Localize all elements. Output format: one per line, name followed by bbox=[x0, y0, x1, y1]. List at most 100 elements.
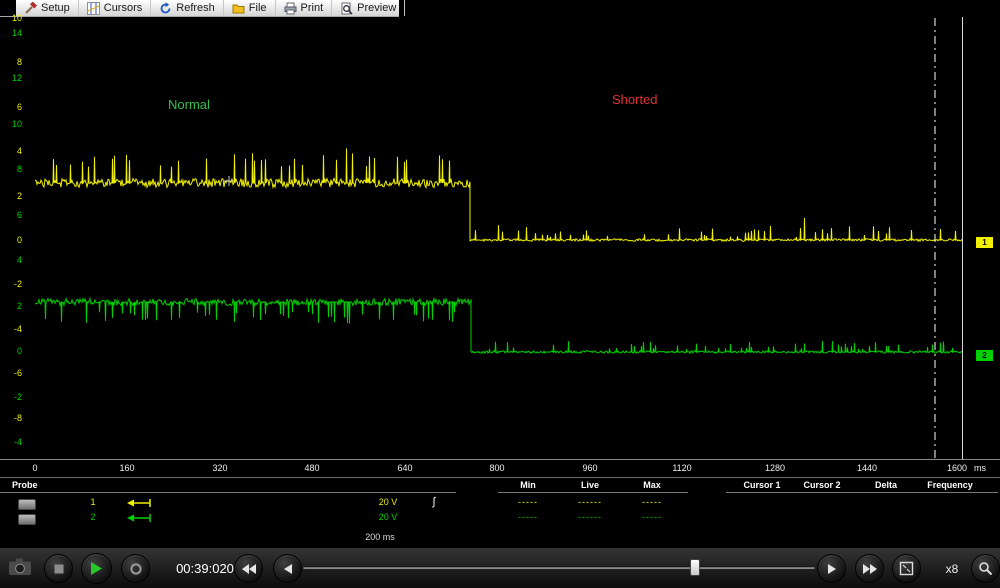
toolbar: Setup Cursors Refresh File Print Preview bbox=[0, 0, 406, 17]
y-axis-label: -6 bbox=[13, 368, 22, 378]
y-axis-label: 2 bbox=[16, 191, 22, 201]
y-axis-label: 0 bbox=[16, 235, 22, 245]
setup-button[interactable]: Setup bbox=[16, 0, 79, 16]
channel-1-coupling-icon[interactable]: ∫ bbox=[428, 496, 440, 508]
y-axis-label: -8 bbox=[13, 413, 22, 423]
print-button[interactable]: Print bbox=[276, 0, 333, 16]
axis-bottom-separator bbox=[0, 477, 1000, 478]
x-axis-unit: ms bbox=[974, 463, 986, 473]
printer-icon bbox=[284, 2, 297, 15]
channel-2-live-value: ------ bbox=[578, 512, 602, 522]
x-axis-tick-label: 640 bbox=[397, 463, 413, 473]
crosshair-marker bbox=[224, 176, 234, 186]
refresh-icon bbox=[159, 1, 172, 15]
timeline-slider-thumb[interactable] bbox=[690, 559, 700, 576]
transport-bar: 00:39:020 x8 bbox=[0, 547, 1000, 588]
probe-header: Probe bbox=[12, 480, 38, 490]
cursor2-column-header: Cursor 2 bbox=[803, 480, 841, 490]
channel-2-badge[interactable]: 2 bbox=[975, 349, 994, 362]
y-axis-label: -4 bbox=[13, 437, 22, 447]
channel-2-trace bbox=[34, 296, 963, 355]
channel-1-trace bbox=[35, 148, 963, 243]
y-axis-label: 14 bbox=[11, 28, 22, 38]
fast-forward-button[interactable] bbox=[855, 554, 884, 583]
x-axis-tick-label: 1280 bbox=[764, 463, 786, 473]
stop-button[interactable] bbox=[44, 554, 73, 583]
magnifier-icon bbox=[979, 562, 993, 576]
x-axis-tick-label: 1120 bbox=[672, 463, 692, 473]
app-corner-box bbox=[0, 0, 16, 16]
fullscreen-button[interactable] bbox=[892, 554, 921, 583]
x-axis-tick-label: 320 bbox=[212, 463, 228, 473]
channel-1-range[interactable]: 20 V bbox=[368, 497, 408, 507]
y-axis-label: -4 bbox=[13, 324, 22, 334]
channel-2-max-value: ----- bbox=[642, 512, 662, 522]
x-axis-tick-label: 1600 bbox=[946, 463, 968, 473]
preview-label: Preview bbox=[357, 2, 397, 14]
step-forward-icon bbox=[827, 563, 836, 574]
x-axis-tick-label: 480 bbox=[304, 463, 320, 473]
file-button[interactable]: File bbox=[224, 0, 276, 16]
zoom-button[interactable] bbox=[971, 554, 1000, 583]
cursors-underline bbox=[726, 492, 998, 493]
folder-icon bbox=[232, 2, 245, 15]
step-forward-button[interactable] bbox=[817, 554, 846, 583]
cursors-label: Cursors bbox=[103, 2, 143, 14]
step-back-icon bbox=[283, 563, 292, 574]
print-label: Print bbox=[300, 2, 324, 14]
channel-2-range[interactable]: 20 V bbox=[368, 512, 408, 522]
snapshot-camera-icon[interactable] bbox=[8, 558, 33, 576]
annotation-shorted: Shorted bbox=[612, 92, 658, 107]
channel-2-enable-button[interactable] bbox=[18, 514, 36, 525]
fast-forward-icon bbox=[862, 563, 877, 574]
setup-icon bbox=[24, 1, 37, 15]
channel-2-probe-icon bbox=[127, 514, 151, 522]
refresh-button[interactable]: Refresh bbox=[151, 0, 224, 16]
channel-1-probe-icon bbox=[127, 499, 151, 507]
values-underline bbox=[498, 492, 688, 493]
play-button[interactable] bbox=[81, 553, 112, 584]
refresh-label: Refresh bbox=[176, 2, 215, 14]
y-axis-label: 6 bbox=[16, 102, 22, 112]
x-axis-tick-label: 800 bbox=[489, 463, 505, 473]
x-axis-tick-label: 960 bbox=[582, 463, 598, 473]
channel-1-max-value: ----- bbox=[642, 497, 662, 507]
channel-1-badge[interactable]: 1 bbox=[975, 236, 994, 249]
skip-back-icon bbox=[241, 563, 256, 574]
stop-icon bbox=[54, 564, 63, 573]
oscilloscope-app: Setup Cursors Refresh File Print Preview… bbox=[0, 0, 1000, 588]
channel-2-number: 2 bbox=[90, 512, 96, 522]
y-axis-label: 4 bbox=[16, 255, 22, 265]
timeline-slider-track[interactable] bbox=[303, 566, 815, 569]
plot-bottom-separator bbox=[0, 459, 1000, 460]
preview-button[interactable]: Preview bbox=[332, 0, 406, 16]
setup-label: Setup bbox=[41, 2, 70, 14]
x-axis-tick-label: 160 bbox=[119, 463, 135, 473]
file-label: File bbox=[248, 2, 267, 14]
skip-back-button[interactable] bbox=[234, 554, 263, 583]
y-axis-label: 0 bbox=[16, 346, 22, 356]
annotation-normal: Normal bbox=[168, 97, 210, 112]
channel-2-row: 2 20 V ----- ------ ----- bbox=[0, 512, 1000, 525]
record-icon bbox=[129, 562, 142, 575]
channel-1-enable-button[interactable] bbox=[18, 499, 36, 510]
channel-2-min-value: ----- bbox=[518, 512, 538, 522]
step-back-button[interactable] bbox=[273, 554, 302, 583]
y-axis-label: 8 bbox=[16, 57, 22, 67]
y-axis-label: 12 bbox=[11, 73, 22, 83]
cursors-button[interactable]: Cursors bbox=[79, 0, 152, 16]
min-column-header: Min bbox=[520, 480, 536, 490]
y-axis-label: -2 bbox=[13, 392, 22, 402]
timebase-label[interactable]: 200 ms bbox=[356, 532, 404, 542]
y-axis-label: 2 bbox=[16, 301, 22, 311]
x-axis-tick-label: 0 bbox=[32, 463, 38, 473]
cursors-icon bbox=[86, 1, 100, 15]
channel-1-number: 1 bbox=[90, 497, 96, 507]
record-button[interactable] bbox=[121, 554, 150, 583]
waveform-plot bbox=[34, 17, 963, 459]
max-column-header: Max bbox=[643, 480, 661, 490]
probe-underline bbox=[0, 492, 456, 493]
preview-icon bbox=[340, 2, 353, 15]
channel-1-row: 1 20 V ∫ ----- ------ ----- bbox=[0, 496, 1000, 510]
channel-1-min-value: ----- bbox=[518, 497, 538, 507]
